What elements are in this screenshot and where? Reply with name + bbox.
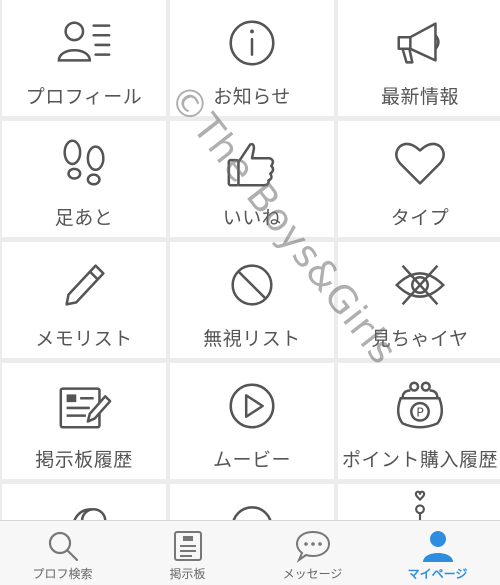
menu-grid: プロフィール お知らせ 最新情報 足あと いいね タイプ メモリスト 無視リスト… [0, 0, 500, 520]
coin-purse-icon: P [388, 377, 452, 435]
menu-tile-news[interactable]: お知らせ [170, 0, 334, 116]
menu-tile-dont-look[interactable]: 見ちゃイヤ [338, 242, 500, 358]
chat-bubble-icon [293, 527, 333, 565]
menu-tile-partial[interactable] [170, 484, 334, 520]
menu-partial-icon [220, 488, 284, 520]
tab-messages[interactable]: メッセージ [250, 521, 375, 585]
tab-label: プロフ検索 [32, 567, 93, 581]
block-icon [220, 256, 284, 314]
menu-tile-movie[interactable]: ムービー [170, 363, 334, 479]
megaphone-icon [388, 14, 452, 72]
heart-icon [388, 135, 452, 193]
menu-label: プロフィール [25, 86, 143, 108]
menu-tile-partial[interactable] [338, 484, 500, 520]
menu-label: いいね [222, 207, 282, 229]
menu-tile-profile[interactable]: プロフィール [2, 0, 166, 116]
tab-profile-search[interactable]: プロフ検索 [0, 521, 125, 585]
search-icon [43, 527, 83, 565]
menu-tile-board-history[interactable]: 掲示板履歴 [2, 363, 166, 479]
pencil-icon [52, 256, 116, 314]
menu-label: 足あと [54, 207, 114, 229]
menu-label: 無視リスト [203, 328, 301, 350]
menu-label: 掲示板履歴 [35, 449, 133, 471]
tab-label: メッセージ [282, 567, 343, 581]
menu-label: メモリスト [35, 328, 133, 350]
tab-label: マイページ [407, 567, 468, 581]
hidden-eye-icon [388, 256, 452, 314]
menu-tile-partial[interactable] [2, 484, 166, 520]
menu-tile-likes[interactable]: いいね [170, 121, 334, 237]
tab-label: 掲示板 [169, 567, 206, 581]
menu-tile-type[interactable]: タイプ [338, 121, 500, 237]
bulletin-board-icon [168, 527, 208, 565]
bottom-tab-bar: プロフ検索 掲示板 メッセージ マイページ [0, 520, 500, 585]
menu-label: お知らせ [213, 86, 291, 108]
menu-label: 最新情報 [380, 86, 459, 108]
thumbs-up-icon [220, 135, 284, 193]
menu-label: 見ちゃイヤ [371, 328, 469, 350]
menu-label: ムービー [212, 449, 291, 471]
board-history-icon [52, 377, 116, 435]
menu-tile-memo-list[interactable]: メモリスト [2, 242, 166, 358]
menu-tile-ignore-list[interactable]: 無視リスト [170, 242, 334, 358]
menu-label: タイプ [390, 207, 450, 229]
footprints-icon [52, 135, 116, 193]
tab-my-page[interactable]: マイページ [375, 521, 500, 585]
play-icon [220, 377, 284, 435]
menu-label: ポイント購入履歴 [341, 449, 498, 471]
person-icon [418, 527, 458, 565]
tab-bulletin-board[interactable]: 掲示板 [125, 521, 250, 585]
menu-tile-latest[interactable]: 最新情報 [338, 0, 500, 116]
menu-partial-icon [388, 488, 452, 520]
menu-tile-point-history[interactable]: P ポイント購入履歴 [338, 363, 500, 479]
profile-icon [52, 14, 116, 72]
info-icon [220, 14, 284, 72]
menu-partial-icon [52, 488, 116, 520]
menu-tile-footprints[interactable]: 足あと [2, 121, 166, 237]
svg-text:P: P [416, 405, 424, 420]
